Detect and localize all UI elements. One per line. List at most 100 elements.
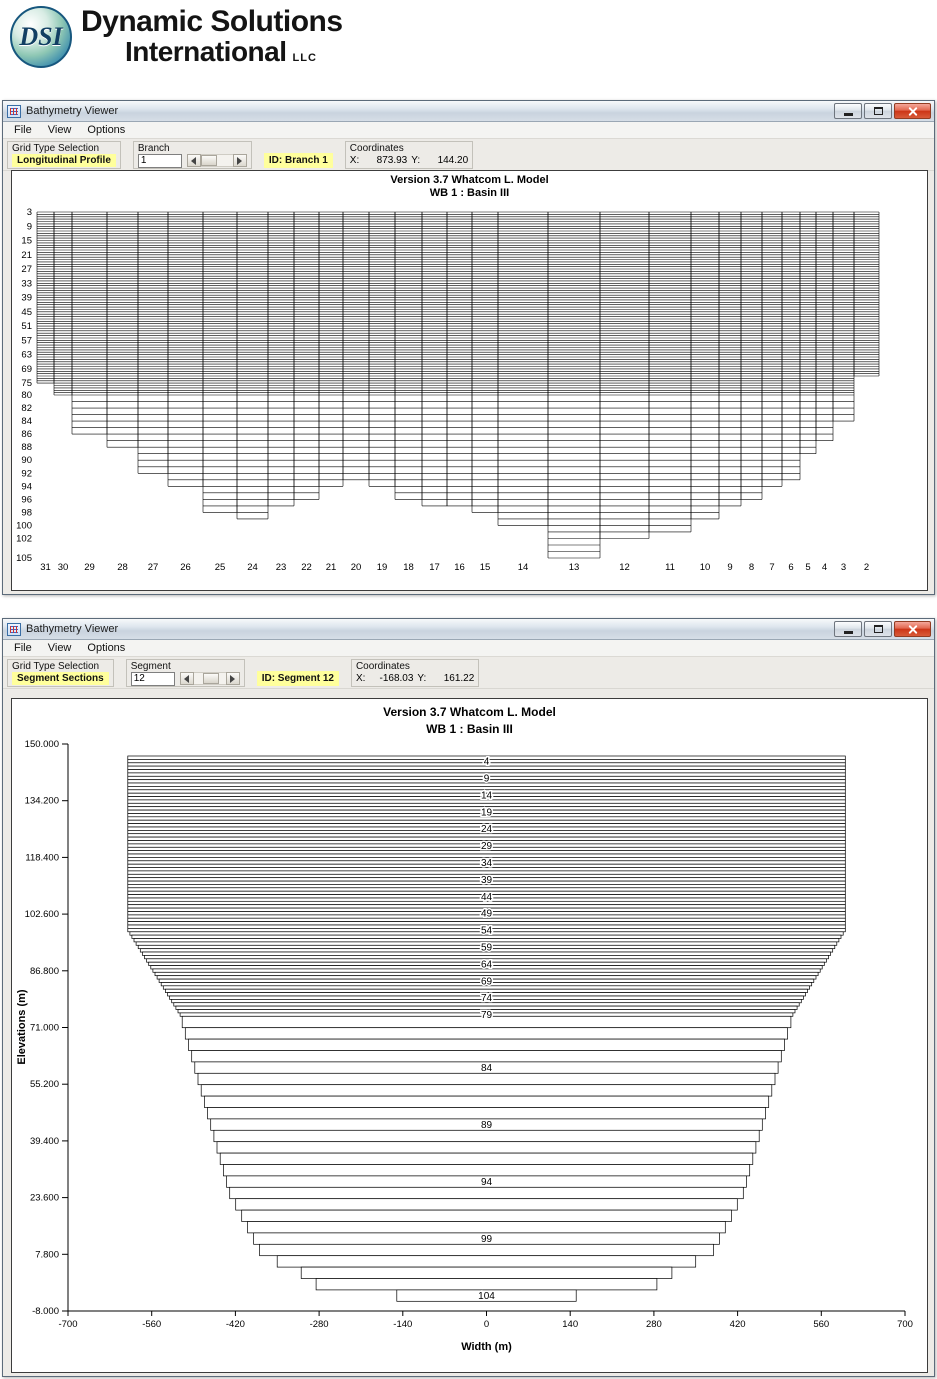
- x-label: X:: [355, 672, 366, 684]
- svg-text:10: 10: [700, 562, 711, 573]
- company-logo: DSI Dynamic Solutions International LLC: [10, 6, 343, 68]
- branch-scrollbar[interactable]: [186, 154, 247, 168]
- minimize-icon: [843, 112, 853, 116]
- svg-text:55.200: 55.200: [30, 1079, 59, 1090]
- minimize-button[interactable]: [834, 103, 862, 119]
- grid-type-value: Segment Sections: [12, 671, 109, 685]
- plot-area-longitudinal-profile[interactable]: Version 3.7 Whatcom L. Model WB 1 : Basi…: [11, 170, 928, 591]
- svg-text:94: 94: [21, 481, 32, 492]
- svg-text:86.800: 86.800: [30, 966, 59, 977]
- svg-text:82: 82: [21, 403, 32, 414]
- svg-text:79: 79: [481, 1010, 493, 1021]
- minimize-button[interactable]: [834, 621, 862, 637]
- coordinates-label: Coordinates: [349, 142, 404, 154]
- scrollbar-thumb[interactable]: [202, 673, 219, 684]
- svg-text:69: 69: [481, 976, 493, 987]
- svg-text:13: 13: [569, 562, 580, 573]
- svg-text:420: 420: [730, 1319, 746, 1330]
- segment-scrollbar[interactable]: [179, 672, 240, 686]
- scrollbar-track[interactable]: [193, 672, 226, 685]
- plot-title: Version 3.7 Whatcom L. Model: [390, 174, 549, 186]
- app-icon: [7, 104, 21, 118]
- maximize-icon: [873, 107, 883, 115]
- grid-type-label: Grid Type Selection: [12, 660, 100, 672]
- maximize-button[interactable]: [864, 621, 892, 637]
- segment-label: Segment: [130, 660, 171, 672]
- logo-monogram: DSI: [19, 22, 63, 51]
- plot-subtitle: WB 1 : Basin III: [426, 722, 513, 736]
- maximize-button[interactable]: [864, 103, 892, 119]
- svg-text:3: 3: [841, 562, 846, 573]
- svg-text:-700: -700: [58, 1319, 77, 1330]
- scroll-left-button[interactable]: [179, 672, 194, 685]
- close-button[interactable]: [894, 103, 931, 119]
- svg-text:29: 29: [481, 841, 493, 852]
- grid-type-value: Longitudinal Profile: [12, 153, 116, 167]
- svg-text:19: 19: [481, 807, 493, 818]
- scrollbar-track[interactable]: [200, 154, 233, 167]
- svg-text:75: 75: [21, 378, 32, 389]
- segment-section-chart[interactable]: 150.000 134.200 118.400 102.600 86.800 71.000…: [12, 699, 927, 1372]
- svg-text:71.000: 71.000: [30, 1023, 59, 1034]
- svg-text:39: 39: [481, 875, 493, 886]
- scroll-left-button[interactable]: [186, 154, 201, 167]
- svg-text:104: 104: [478, 1291, 495, 1302]
- id-readout: ID: Branch 1: [263, 153, 333, 168]
- plot-area-segment-section[interactable]: Version 3.7 Whatcom L. Model WB 1 : Basi…: [11, 698, 928, 1373]
- menu-view[interactable]: View: [40, 641, 80, 656]
- svg-text:84: 84: [481, 1063, 493, 1074]
- svg-text:-8.000: -8.000: [32, 1306, 59, 1317]
- svg-text:51: 51: [21, 321, 32, 332]
- svg-text:57: 57: [21, 335, 32, 346]
- svg-text:102: 102: [16, 534, 32, 545]
- menu-options[interactable]: Options: [79, 123, 133, 138]
- svg-text:20: 20: [351, 562, 362, 573]
- logo-line2-text: International: [125, 35, 287, 67]
- svg-text:88: 88: [21, 442, 32, 453]
- svg-text:39: 39: [21, 293, 32, 304]
- svg-text:17: 17: [429, 562, 440, 573]
- svg-text:26: 26: [180, 562, 191, 573]
- longitudinal-profile-chart[interactable]: 3915212733394551576369758082848688909294…: [12, 171, 927, 590]
- titlebar[interactable]: Bathymetry Viewer: [3, 619, 934, 640]
- scrollbar-thumb[interactable]: [200, 155, 217, 166]
- scroll-left-icon: [184, 674, 190, 683]
- svg-text:9: 9: [484, 774, 490, 785]
- svg-text:31: 31: [40, 562, 51, 573]
- close-button[interactable]: [894, 621, 931, 637]
- svg-text:80: 80: [21, 390, 32, 401]
- window-title: Bathymetry Viewer: [26, 105, 119, 117]
- svg-text:94: 94: [481, 1177, 493, 1188]
- svg-text:54: 54: [481, 926, 493, 937]
- maximize-icon: [873, 625, 883, 633]
- svg-text:49: 49: [481, 909, 493, 920]
- bathymetry-viewer-window-2: Bathymetry Viewer File View Options Grid…: [2, 618, 935, 1377]
- svg-text:4: 4: [822, 562, 827, 573]
- svg-text:96: 96: [21, 494, 32, 505]
- svg-text:27: 27: [21, 264, 32, 275]
- scroll-right-button[interactable]: [225, 672, 240, 685]
- svg-text:14: 14: [481, 790, 493, 801]
- menu-file[interactable]: File: [6, 641, 40, 656]
- svg-text:21: 21: [21, 250, 32, 261]
- svg-text:0: 0: [484, 1319, 489, 1330]
- svg-text:74: 74: [481, 993, 493, 1004]
- svg-text:140: 140: [562, 1319, 578, 1330]
- svg-text:24: 24: [247, 562, 258, 573]
- menu-options[interactable]: Options: [79, 641, 133, 656]
- branch-input[interactable]: [137, 153, 182, 168]
- scroll-right-button[interactable]: [232, 154, 247, 167]
- x-value: -168.03: [379, 672, 414, 684]
- svg-text:24: 24: [481, 824, 493, 835]
- titlebar[interactable]: Bathymetry Viewer: [3, 101, 934, 122]
- svg-text:9: 9: [27, 221, 32, 232]
- y-label: Y:: [411, 154, 421, 166]
- svg-text:9: 9: [727, 562, 732, 573]
- minimize-icon: [843, 630, 853, 634]
- segment-input[interactable]: [130, 671, 175, 686]
- menu-file[interactable]: File: [6, 123, 40, 138]
- menu-view[interactable]: View: [40, 123, 80, 138]
- svg-text:100: 100: [16, 520, 32, 531]
- svg-text:92: 92: [21, 468, 32, 479]
- svg-text:90: 90: [21, 455, 32, 466]
